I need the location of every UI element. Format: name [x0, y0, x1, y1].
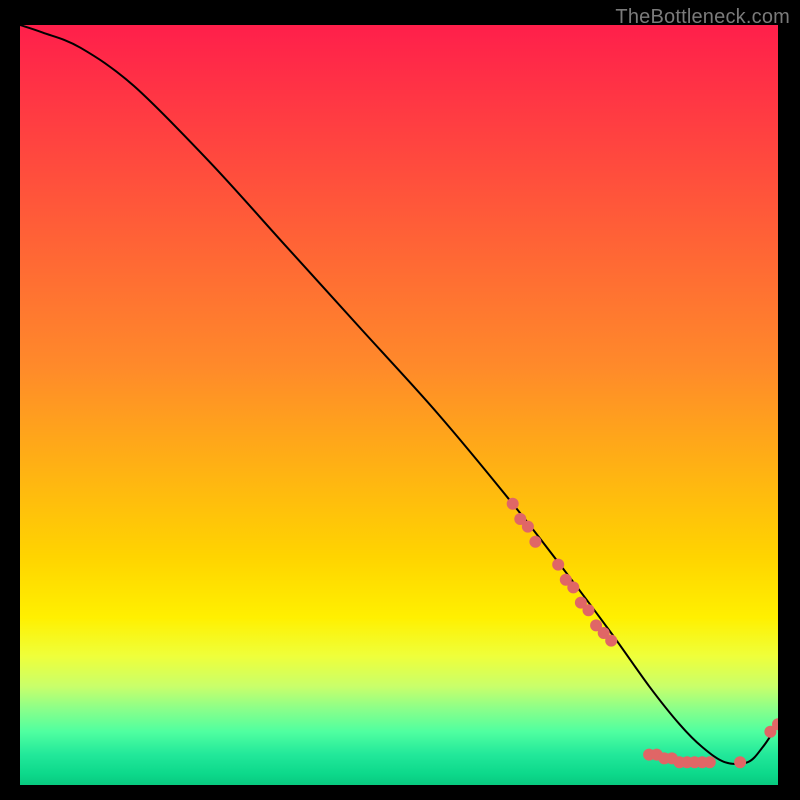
data-point	[605, 635, 617, 647]
watermark-text: TheBottleneck.com	[615, 6, 790, 29]
chart-stage: TheBottleneck.com	[0, 0, 800, 800]
data-point	[567, 581, 579, 593]
data-point	[552, 559, 564, 571]
data-point	[734, 756, 746, 768]
data-point	[583, 604, 595, 616]
chart-svg	[20, 25, 778, 785]
data-point	[507, 498, 519, 510]
gradient-background	[20, 25, 778, 785]
data-point	[529, 536, 541, 548]
data-point	[522, 521, 534, 533]
plot-area	[20, 25, 778, 785]
data-point	[704, 756, 716, 768]
